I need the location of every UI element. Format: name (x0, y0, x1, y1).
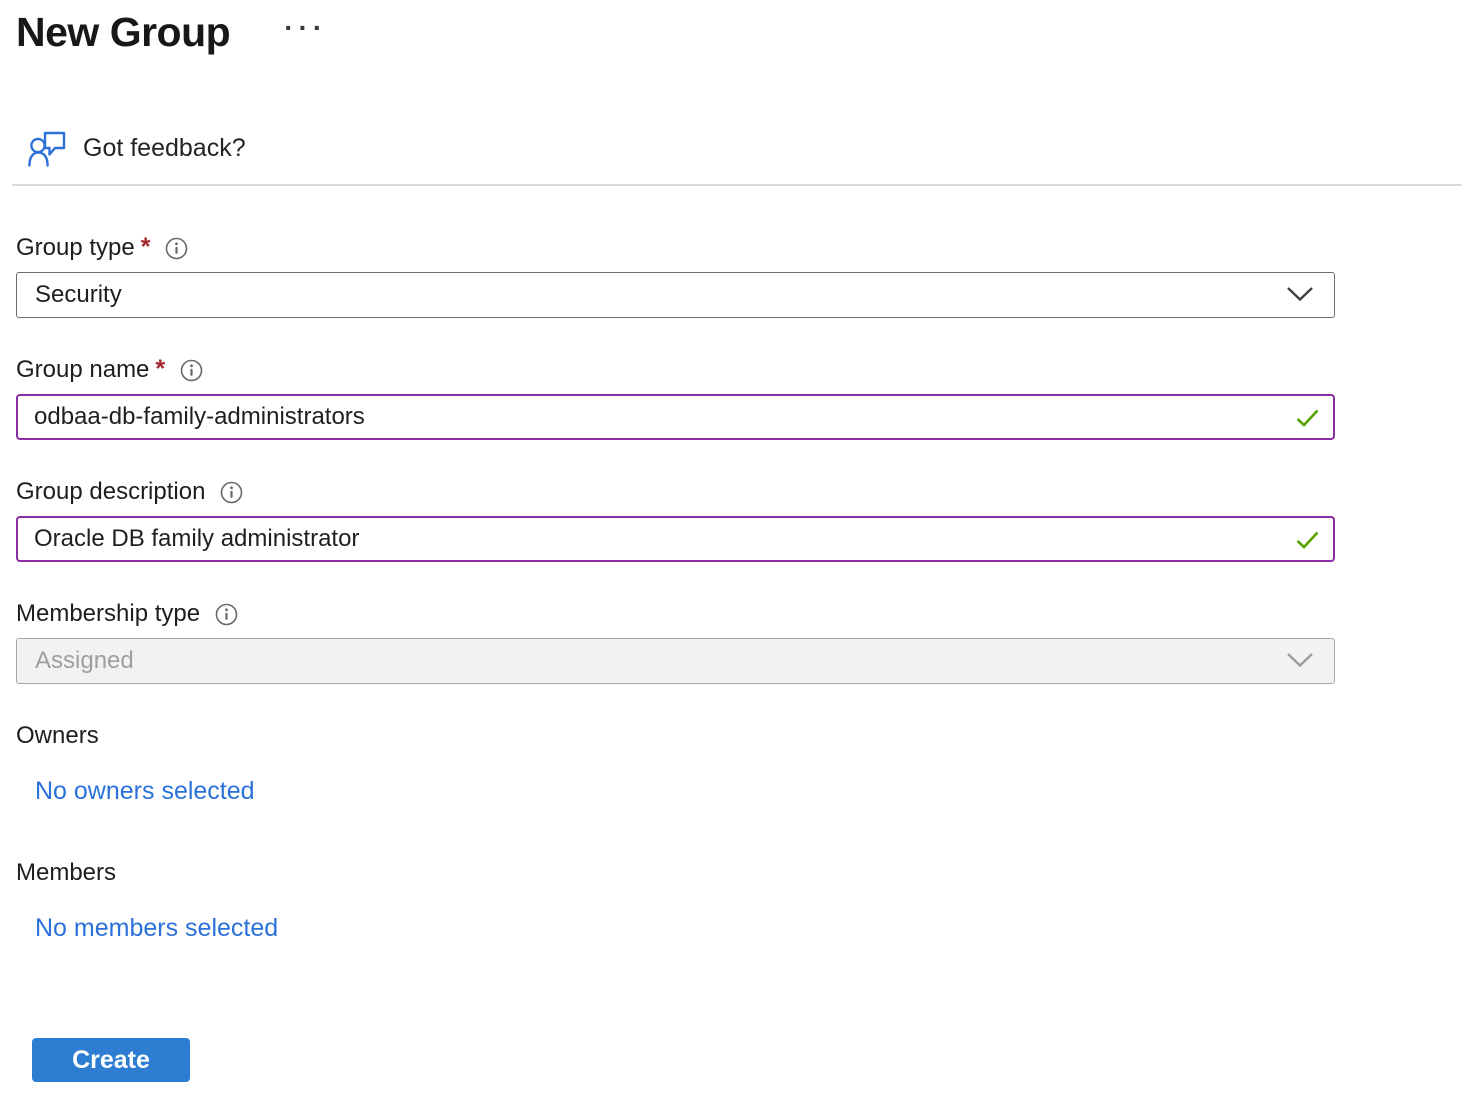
group-name-input[interactable] (16, 394, 1335, 440)
membership-type-label: Membership type (16, 600, 200, 628)
group-description-input[interactable] (16, 516, 1335, 562)
membership-type-select: Assigned (16, 638, 1335, 684)
owners-label: Owners (16, 722, 1474, 750)
group-description-label-row: Group description (16, 478, 1474, 506)
page-title: New Group (16, 8, 230, 56)
group-type-value: Security (35, 281, 122, 309)
new-group-form: Group type * Security Group name * (0, 234, 1474, 1082)
members-link-row: No members selected (35, 914, 1474, 943)
members-label: Members (16, 859, 1474, 887)
group-type-label-row: Group type * (16, 234, 1474, 262)
no-members-selected-link[interactable]: No members selected (35, 914, 278, 942)
chevron-down-icon (1286, 647, 1314, 675)
valid-checkmark-icon (1296, 409, 1319, 432)
group-name-label: Group name (16, 356, 149, 384)
membership-type-label-row: Membership type (16, 600, 1474, 628)
group-description-input-wrap (16, 516, 1335, 562)
create-button[interactable]: Create (32, 1038, 190, 1082)
group-type-label: Group type (16, 234, 135, 262)
group-description-field: Group description (16, 478, 1474, 562)
chevron-down-icon (1286, 281, 1314, 309)
required-marker: * (141, 233, 151, 262)
page-header: New Group ··· (0, 0, 1474, 56)
owners-link-row: No owners selected (35, 777, 1474, 806)
info-icon[interactable] (220, 481, 243, 504)
info-icon[interactable] (215, 603, 238, 626)
info-icon[interactable] (180, 359, 203, 382)
feedback-icon (28, 130, 68, 167)
more-options-icon[interactable]: ··· (284, 14, 327, 42)
group-type-select[interactable]: Security (16, 272, 1335, 318)
group-name-input-wrap (16, 394, 1335, 440)
valid-checkmark-icon (1296, 531, 1319, 554)
membership-type-value: Assigned (35, 647, 134, 675)
no-owners-selected-link[interactable]: No owners selected (35, 777, 255, 805)
membership-type-field: Membership type Assigned (16, 600, 1474, 684)
required-marker: * (155, 355, 165, 384)
group-name-field: Group name * (16, 356, 1474, 440)
section-divider (12, 184, 1462, 186)
group-name-label-row: Group name * (16, 356, 1474, 384)
group-type-field: Group type * Security (16, 234, 1474, 318)
info-icon[interactable] (165, 237, 188, 260)
got-feedback-button[interactable]: Got feedback? (28, 130, 246, 167)
group-description-label: Group description (16, 478, 205, 506)
got-feedback-label: Got feedback? (83, 134, 246, 163)
